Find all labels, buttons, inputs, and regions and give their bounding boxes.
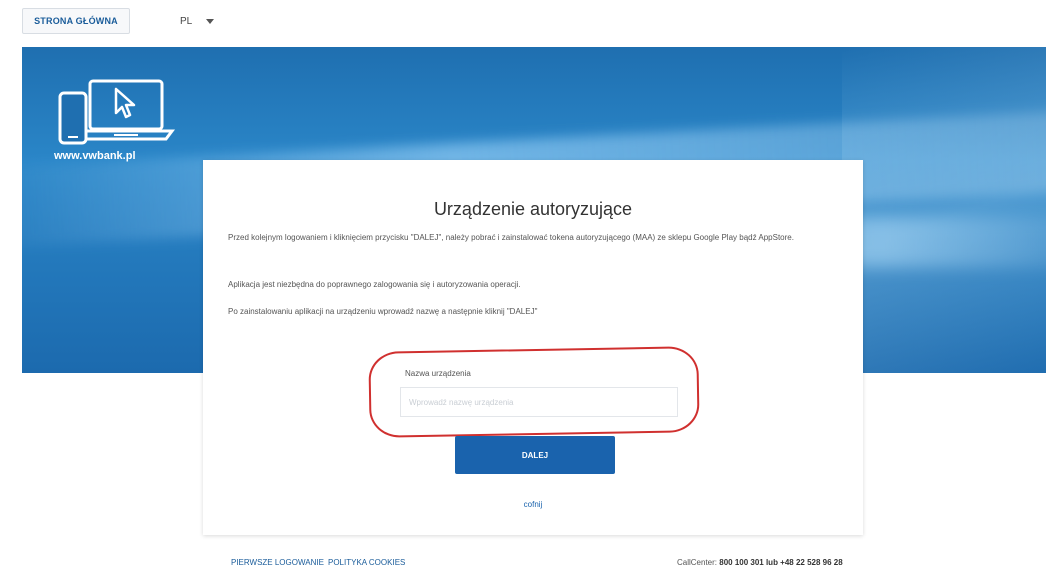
authorization-device-dialog: Urządzenie autoryzujące Przed kolejnym l… xyxy=(203,160,863,535)
back-link[interactable]: cofnij xyxy=(203,500,863,509)
bank-url-logo: www.vwbank.pl xyxy=(54,150,136,162)
dialog-title: Urządzenie autoryzujące xyxy=(433,199,633,219)
callcenter-info: CallCenter: 800 100 301 lub +48 22 528 9… xyxy=(677,558,843,567)
callcenter-prefix: CallCenter: xyxy=(677,558,718,567)
instruction-paragraph: Aplikacja jest niezbędna do poprawnego z… xyxy=(228,280,521,289)
first-login-link[interactable]: PIERWSZE LOGOWANIE xyxy=(231,558,324,567)
cookies-policy-link[interactable]: POLITYKA COOKIES xyxy=(328,558,405,567)
instruction-paragraph: Przed kolejnym logowaniem i kliknięciem … xyxy=(228,233,794,242)
next-button[interactable]: DALEJ xyxy=(455,436,615,474)
device-name-input[interactable] xyxy=(400,387,678,417)
footer: PIERWSZE LOGOWANIE POLITYKA COOKIES Call… xyxy=(0,553,1046,573)
banner-light-streak xyxy=(842,47,1046,373)
top-bar: STRONA GŁÓWNA PL xyxy=(0,0,1046,40)
chevron-down-icon xyxy=(206,18,215,24)
language-label: PL xyxy=(180,15,193,27)
device-name-label: Nazwa urządzenia xyxy=(405,369,471,378)
instruction-paragraph: Po zainstalowaniu aplikacji na urządzeni… xyxy=(228,307,538,316)
callcenter-numbers: 800 100 301 lub +48 22 528 96 28 xyxy=(719,558,843,567)
language-selector[interactable]: PL xyxy=(180,10,215,32)
home-button[interactable]: STRONA GŁÓWNA xyxy=(22,8,130,34)
